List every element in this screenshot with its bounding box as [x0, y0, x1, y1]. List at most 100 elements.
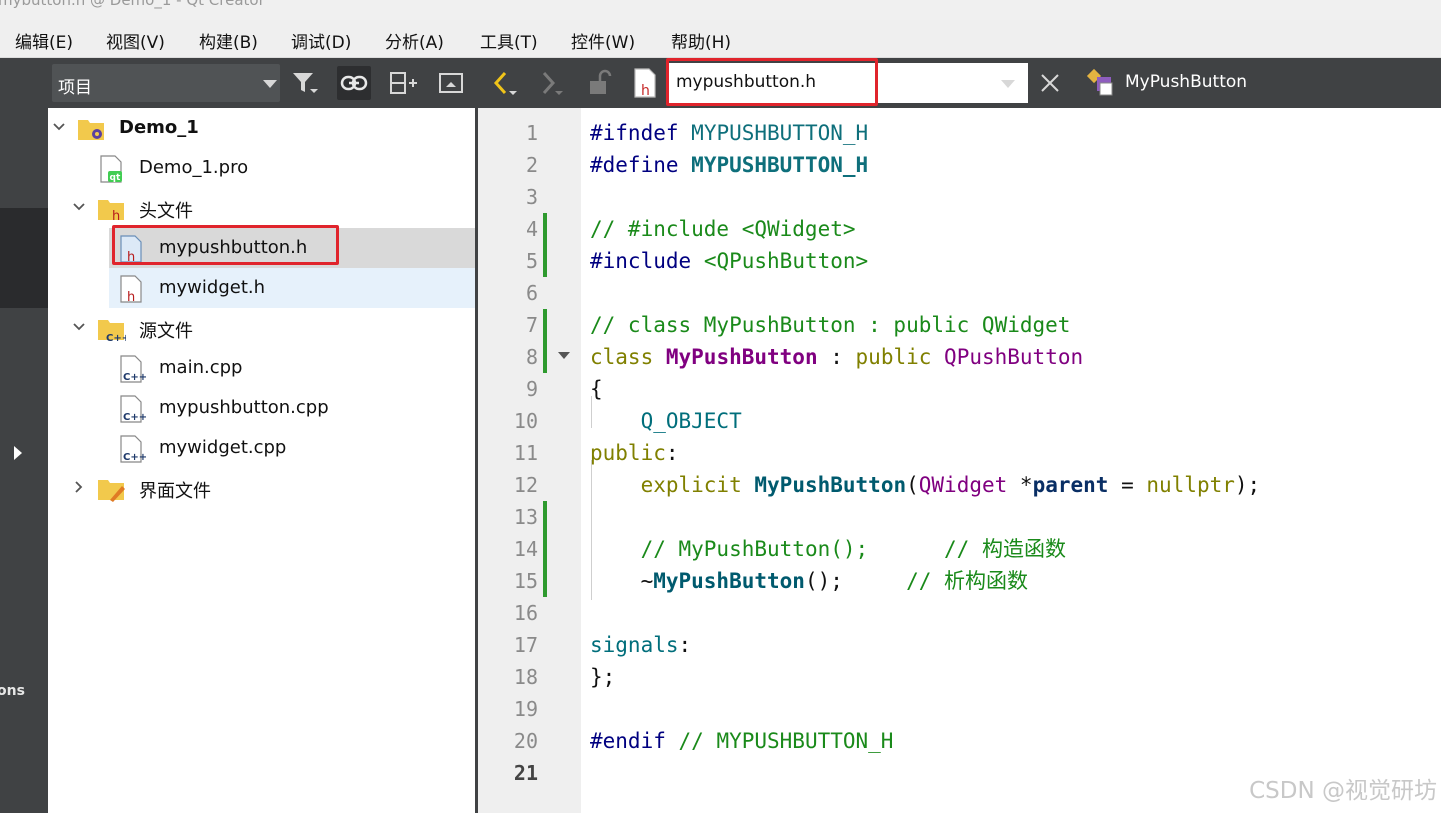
project-folder-icon	[78, 120, 104, 140]
tree-item-forms-folder[interactable]: 界面文件	[48, 468, 476, 508]
line-number: 5	[525, 249, 538, 273]
svg-text:C++: C++	[106, 333, 126, 344]
split-button[interactable]	[387, 66, 421, 100]
code-editor[interactable]: #ifndef MYPUSHBUTTON_H #define MYPUSHBUTT…	[581, 108, 1441, 813]
code-line: // class MyPushButton : public QWidget	[590, 309, 1070, 341]
chevron-down-icon	[263, 80, 277, 88]
active-mode-tab[interactable]	[0, 208, 48, 308]
header-file-icon: h	[634, 68, 656, 99]
svg-text:C++: C++	[123, 372, 146, 383]
editor-toolbar: h mypushbutton.h MyPushButton	[478, 58, 1441, 108]
line-number: 9	[525, 377, 538, 401]
line-number: 3	[525, 185, 538, 209]
line-number: 15	[513, 569, 538, 593]
code-line: Q_OBJECT	[590, 405, 742, 437]
svg-text:h: h	[641, 83, 650, 99]
tree-item-pro-file[interactable]: qt Demo_1.pro	[48, 148, 476, 188]
close-icon	[1041, 74, 1059, 92]
code-token: MyPushButton	[665, 345, 818, 369]
project-view-selector[interactable]: 项目	[52, 64, 280, 102]
svg-text:C++: C++	[123, 412, 146, 423]
chevron-down-icon[interactable]	[1001, 80, 1015, 88]
tree-item-label: 界面文件	[139, 481, 211, 502]
tree-item-mypushbutton-cpp[interactable]: C++ mypushbutton.cpp	[48, 388, 476, 428]
mode-label-partial[interactable]: ons	[0, 683, 25, 699]
change-marker	[543, 341, 547, 373]
menu-view[interactable]: 视图(V)	[106, 28, 165, 53]
code-token: ();	[804, 569, 907, 593]
header-file-icon: h	[120, 275, 142, 304]
line-number: 17	[513, 633, 538, 657]
tree-item-project[interactable]: Demo_1	[48, 108, 476, 148]
lock-status[interactable]	[582, 66, 616, 100]
tree-item-mywidget-h[interactable]: h mywidget.h	[109, 268, 476, 308]
code-token: public	[855, 345, 932, 369]
back-arrow-icon	[493, 71, 517, 95]
tree-item-mywidget-cpp[interactable]: C++ mywidget.cpp	[48, 428, 476, 468]
code-token: public	[590, 441, 666, 465]
go-back-button[interactable]	[488, 66, 522, 100]
menu-widgets[interactable]: 控件(W)	[571, 28, 635, 53]
code-token: :	[817, 345, 856, 369]
menu-debug[interactable]: 调试(D)	[291, 28, 351, 53]
code-token: MyPushButton	[754, 473, 907, 497]
code-token: nullptr	[1146, 473, 1235, 497]
current-symbol-label[interactable]: MyPushButton	[1125, 72, 1247, 92]
code-token: // #include <QWidget>	[590, 217, 856, 241]
code-line: ~MyPushButton(); // 析构函数	[590, 565, 1028, 597]
code-token: ~	[590, 569, 654, 593]
form-folder-icon	[98, 480, 125, 502]
cpp-file-icon: C++	[120, 355, 146, 383]
line-number: 12	[513, 473, 538, 497]
go-forward-button[interactable]	[534, 66, 568, 100]
code-token: parent	[1032, 473, 1109, 497]
project-view-selector-label: 项目	[58, 78, 92, 98]
tree-item-sources-folder[interactable]: C++ 源文件	[48, 308, 476, 348]
code-token: QWidget	[918, 473, 1008, 497]
code-line: class MyPushButton : public QPushButton	[590, 341, 1083, 373]
code-token: :	[678, 633, 692, 657]
code-token: class	[590, 345, 654, 369]
change-marker	[543, 533, 547, 565]
code-token: #endif	[590, 729, 666, 753]
menu-tools[interactable]: 工具(T)	[480, 28, 538, 53]
svg-text:qt: qt	[110, 173, 121, 183]
menu-build[interactable]: 构建(B)	[199, 28, 258, 53]
chevron-down-icon	[73, 203, 85, 211]
tree-item-main-cpp[interactable]: C++ main.cpp	[48, 348, 476, 388]
code-token: // 析构函数	[906, 569, 1029, 593]
line-number: 10	[513, 409, 538, 433]
code-line: // MyPushButton(); // 构造函数	[590, 533, 1066, 565]
filter-button[interactable]	[288, 66, 322, 100]
expand-arrow-icon[interactable]	[14, 446, 22, 460]
line-number: 7	[525, 313, 538, 337]
menu-edit[interactable]: 编辑(E)	[15, 28, 73, 53]
sync-link-button[interactable]	[337, 66, 371, 100]
menu-help[interactable]: 帮助(H)	[671, 28, 731, 53]
code-line: {	[590, 373, 603, 405]
line-number: 13	[513, 505, 538, 529]
code-line: #endif // MYPUSHBUTTON_H	[590, 725, 893, 757]
symbol-indicator	[1084, 66, 1118, 100]
mode-selector-bar: ons	[0, 58, 48, 813]
line-number: 2	[525, 153, 538, 177]
tree-item-headers-folder[interactable]: h 头文件	[48, 188, 476, 228]
code-token: #include	[590, 249, 692, 273]
code-line: };	[590, 661, 615, 693]
fold-marker-icon[interactable]	[558, 352, 570, 359]
menu-bar: 编辑(E) 视图(V) 构建(B) 调试(D) 分析(A) 工具(T) 控件(W…	[0, 20, 1441, 58]
menu-analyze[interactable]: 分析(A)	[385, 28, 444, 53]
class-symbol-icon	[1086, 68, 1113, 96]
close-sidebar-button[interactable]	[434, 66, 468, 100]
code-line: // #include <QWidget>	[590, 213, 856, 245]
split-add-icon	[390, 72, 417, 94]
code-token: :	[665, 441, 679, 465]
close-document-button[interactable]	[1033, 66, 1067, 100]
code-line: #include <QPushButton>	[590, 245, 868, 277]
chevron-down-icon	[73, 323, 85, 331]
